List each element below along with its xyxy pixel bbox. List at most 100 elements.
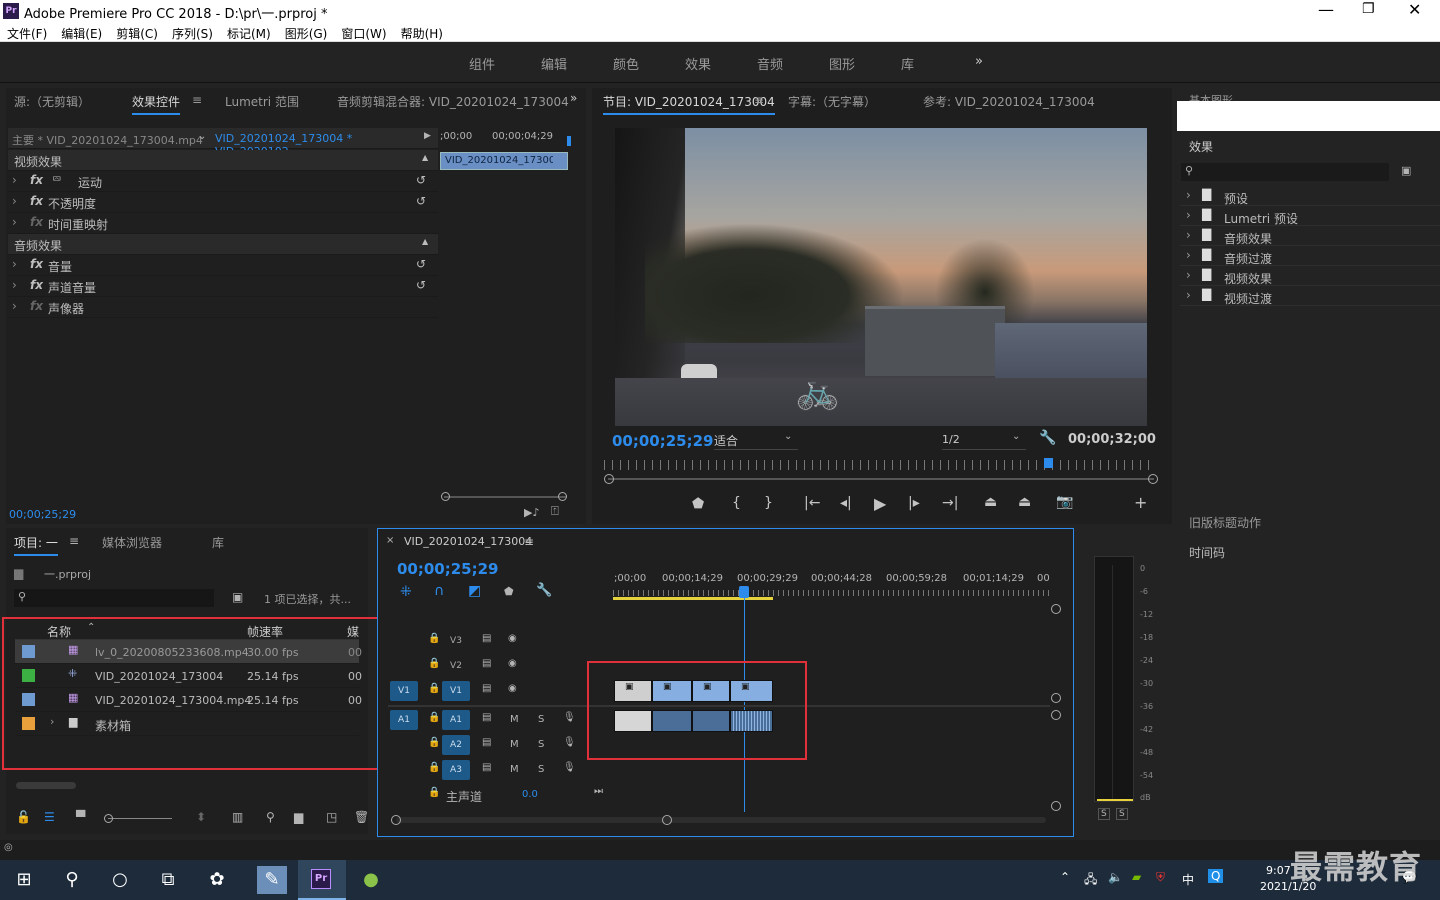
solo-button[interactable]: S — [538, 764, 544, 775]
sync-lock-icon[interactable]: ▤ — [482, 712, 491, 723]
find-icon[interactable]: ⚲ — [266, 810, 275, 824]
windows-start-icon[interactable]: ⊞ — [9, 866, 39, 894]
tab-project[interactable]: 项目: 一 — [14, 534, 58, 556]
go-to-end-icon[interactable]: ⏭ — [594, 786, 603, 797]
fx-icon[interactable]: fx — [30, 194, 43, 208]
add-marker-icon[interactable]: ⬟ — [504, 585, 514, 598]
ec-zoom-handle-right[interactable] — [558, 492, 567, 501]
chevron-down-icon[interactable]: ⌄ — [198, 131, 206, 142]
timeline-h-scrollbar[interactable] — [396, 817, 1046, 823]
lift-icon[interactable]: ⏏ — [984, 494, 997, 510]
mute-button[interactable]: M — [510, 739, 519, 750]
export-frame-icon[interactable]: 📷 — [1056, 494, 1073, 510]
workspace-editing[interactable]: 编辑 — [541, 54, 567, 73]
tab-sequence[interactable]: VID_20201024_173004 — [404, 535, 532, 548]
workspace-overflow-icon[interactable]: » — [975, 54, 983, 69]
reset-icon[interactable]: ↺ — [416, 278, 426, 292]
step-forward-icon[interactable]: |▸ — [908, 495, 920, 511]
timeline-h-scroll-right[interactable] — [662, 815, 672, 825]
tab-effect-controls[interactable]: 效果控件 — [132, 93, 181, 115]
go-to-in-icon[interactable]: |← — [804, 495, 820, 511]
ec-playhead[interactable] — [567, 136, 571, 146]
icon-view-icon[interactable]: ▀ — [76, 810, 85, 824]
workspace-assembly[interactable]: 组件 — [469, 54, 495, 73]
menu-window[interactable]: 窗口(W) — [334, 22, 393, 42]
chevron-right-icon[interactable]: › — [12, 173, 17, 187]
workspace-graphics[interactable]: 图形 — [829, 54, 855, 73]
timecode-panel-tab[interactable]: 时间码 — [1189, 544, 1225, 561]
mark-in-icon[interactable]: { — [732, 495, 741, 511]
clock-time[interactable]: 9:07 — [1266, 864, 1291, 877]
more-tabs-icon[interactable]: » — [570, 91, 577, 105]
ec-timecode[interactable]: 00;00;25;29 — [9, 508, 76, 521]
chevron-right-icon[interactable]: › — [12, 299, 17, 313]
solo-button[interactable]: S — [538, 714, 544, 725]
track-target-a2[interactable]: A2 — [442, 735, 470, 755]
timeline-v-scroll-mid2[interactable] — [1051, 710, 1061, 720]
workspace-libraries[interactable]: 库 — [901, 54, 914, 73]
play-only-icon[interactable]: ▶ — [424, 131, 431, 141]
solo-button[interactable]: S — [538, 739, 544, 750]
panel-menu-icon[interactable]: ≡ — [69, 534, 79, 548]
chevron-right-icon[interactable]: › — [12, 257, 17, 271]
timeline-v-scroll-bottom[interactable] — [1051, 801, 1061, 811]
task-view-icon[interactable]: ⧉ — [153, 866, 183, 894]
wrench-icon[interactable]: 🔧 — [536, 583, 552, 598]
go-to-out-icon[interactable]: →| — [942, 495, 958, 511]
tab-captions[interactable]: 字幕:（无字幕） — [788, 93, 876, 110]
zoom-handle-left[interactable] — [604, 474, 614, 484]
effects-item-audio-effects[interactable]: › ▇ 音频效果 — [1180, 226, 1440, 246]
program-time-ruler[interactable] — [604, 460, 1154, 470]
pinwheel-app-icon[interactable]: ✿ — [202, 866, 232, 894]
track-target-v2[interactable]: V2 — [442, 656, 470, 676]
reset-icon[interactable]: ↺ — [416, 257, 426, 271]
tab-libraries[interactable]: 库 — [212, 534, 224, 551]
new-item-icon[interactable]: ◳ — [326, 810, 337, 824]
collapse-up-icon[interactable]: ▲ — [422, 237, 428, 246]
chevron-right-icon[interactable]: › — [12, 194, 17, 208]
close-button[interactable]: ✕ — [1408, 0, 1421, 19]
sort-icons-icon[interactable]: ⬍ — [196, 810, 206, 824]
new-search-bin-icon[interactable]: ▣ — [232, 590, 243, 604]
legacy-title-actions-tab[interactable]: 旧版标题动作 — [1189, 514, 1261, 531]
effects-item-audio-transitions[interactable]: › ▇ 音频过渡 — [1180, 246, 1440, 266]
automate-to-sequence-icon[interactable]: ▥ — [232, 810, 243, 824]
effects-search-input[interactable]: ⚲ — [1181, 163, 1389, 181]
menu-graphics[interactable]: 图形(G) — [278, 22, 335, 42]
mute-button[interactable]: M — [510, 714, 519, 725]
effects-item-presets[interactable]: › ▇ 预设 — [1180, 186, 1440, 206]
ime-indicator[interactable]: 中 — [1182, 871, 1194, 888]
effects-item-video-transitions[interactable]: › ▇ 视频过渡 — [1180, 286, 1440, 306]
timeline-timecode[interactable]: 00;00;25;29 — [397, 560, 499, 578]
project-search-input[interactable]: ⚲ — [14, 589, 214, 607]
sync-lock-icon[interactable]: ▤ — [482, 683, 491, 694]
chevron-right-icon[interactable]: › — [12, 278, 17, 292]
reset-icon[interactable]: ↺ — [416, 173, 426, 187]
meter-solo-left[interactable]: S — [1098, 808, 1110, 820]
notepad-app-icon[interactable]: ✎ — [257, 866, 287, 894]
microphone-icon[interactable]: 🎙 — [563, 737, 576, 748]
menu-file[interactable]: 文件(F) — [0, 22, 54, 42]
ec-zoom-scrollbar[interactable] — [444, 496, 566, 498]
search-icon[interactable]: ⚲ — [57, 866, 87, 894]
accelerated-effects-icon[interactable]: ▣ — [1401, 164, 1411, 177]
program-video-frame[interactable]: 🚲 — [615, 128, 1147, 426]
fx-icon[interactable]: fx — [30, 257, 43, 271]
fx-icon[interactable]: fx — [30, 173, 43, 187]
tab-audio-clip-mixer[interactable]: 音频剪辑混合器: VID_20201024_173004 — [337, 93, 569, 110]
play-audio-icon[interactable]: ▶♪ — [524, 506, 539, 519]
zoom-handle-right[interactable] — [1148, 474, 1158, 484]
maximize-button[interactable]: ❐ — [1362, 1, 1375, 17]
minimize-button[interactable]: — — [1318, 0, 1334, 19]
tab-media-browser[interactable]: 媒体浏览器 — [102, 534, 162, 551]
eye-icon[interactable]: ◉ — [508, 683, 517, 694]
lock-track-icon[interactable]: 🔒 — [428, 787, 440, 798]
green-ball-app-icon[interactable]: ● — [356, 866, 386, 894]
lock-track-icon[interactable]: 🔒 — [428, 633, 440, 644]
chevron-right-icon[interactable]: › — [1186, 268, 1191, 282]
chevron-right-icon[interactable]: › — [1186, 288, 1191, 302]
chevron-right-icon[interactable]: › — [1186, 208, 1191, 222]
track-target-a3[interactable]: A3 — [442, 760, 470, 780]
effects-item-lumetri-presets[interactable]: › ▇ Lumetri 预设 — [1180, 206, 1440, 226]
program-timecode[interactable]: 00;00;25;29 — [612, 432, 714, 450]
